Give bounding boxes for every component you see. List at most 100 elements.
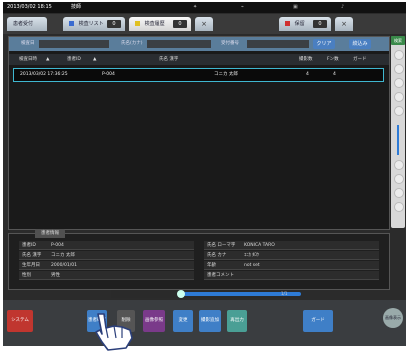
tab-label: 保留 <box>294 21 305 27</box>
sort-icon[interactable]: ▲ <box>93 54 96 65</box>
tab-label: 検査履歴 <box>144 21 165 27</box>
accept-no-label: 受付番号 <box>221 41 239 46</box>
table-row[interactable]: 2013/03/02 17:36:25 P-004 コニカ 太郎 4 4 <box>13 68 384 82</box>
info-value: 男性 <box>51 273 60 278</box>
aux-button[interactable]: 検索 <box>391 36 405 45</box>
scroll-step-icon[interactable] <box>394 78 404 88</box>
clear-button[interactable]: クリア <box>313 39 335 49</box>
patient-info-tab[interactable]: 患者情報 <box>35 229 65 238</box>
col-datetime[interactable]: 検査日時 <box>19 54 37 65</box>
image-view-button[interactable]: 画像表示 <box>383 308 403 328</box>
info-key: 氏名 カナ <box>207 253 227 258</box>
info-value: P-004 <box>51 243 64 248</box>
user-name: 技師 <box>71 4 82 10</box>
patient-info-panel: 患者情報 患者ID P-004 氏名 漢字 コニカ 太郎 生年月日 2000/0… <box>8 229 390 290</box>
guard-button[interactable]: ガード <box>303 310 333 332</box>
tab-hold[interactable]: 保留 0 <box>279 17 331 31</box>
info-row: 氏名 漢字 コニカ 太郎 <box>19 251 194 260</box>
info-key: 生年月日 <box>22 263 40 268</box>
info-key: 氏名 漢字 <box>22 253 42 258</box>
name-label: 氏名(カナ) <box>121 41 143 46</box>
tab-label: 患者受付 <box>13 21 34 27</box>
info-value: コニカ 太郎 <box>51 253 75 258</box>
image-ref-button[interactable]: 画像参照 <box>143 310 165 332</box>
info-key: 性別 <box>22 273 31 278</box>
row-count1: 4 <box>306 72 309 77</box>
filter-button[interactable]: 絞込み <box>349 39 371 49</box>
page-slider[interactable]: 1/1 <box>111 290 301 298</box>
exam-history-panel: 検査日 氏名(カナ) 受付番号 クリア 絞込み 検査日時 ▲ 患者ID ▲ 氏名… <box>8 36 390 230</box>
scroll-bottom-icon[interactable] <box>394 202 404 212</box>
list-icon <box>69 21 74 26</box>
col-count1[interactable]: 撮影数 <box>299 54 313 65</box>
tab-count: 0 <box>173 20 187 28</box>
scrollbar-thumb[interactable] <box>397 125 399 155</box>
scroll-up-icon[interactable] <box>394 64 404 74</box>
close-tab-icon[interactable]: × <box>195 17 213 31</box>
status-icon: ✦ <box>193 4 198 10</box>
patient-info-grid: 患者ID P-004 氏名 漢字 コニカ 太郎 生年月日 2000/01/01 … <box>19 241 379 285</box>
tab-exam-history[interactable]: 検査履歴 0 <box>129 17 191 31</box>
info-row: 性別 男性 <box>19 271 194 280</box>
printer-icon: ▣ <box>293 4 298 10</box>
info-row: 年齢 not set <box>204 261 379 270</box>
info-key: 患者ID <box>22 243 36 248</box>
exam-date-input[interactable] <box>39 40 109 48</box>
info-row: 生年月日 2000/01/01 <box>19 261 194 270</box>
info-value: ｺﾆｶ ﾀﾛｳ <box>244 253 259 258</box>
tab-exam-list[interactable]: 検査リスト 0 <box>63 17 125 31</box>
info-value: 2000/01/01 <box>51 263 77 268</box>
scroll-step-icon[interactable] <box>394 174 404 184</box>
row-name: コニカ 太郎 <box>214 72 238 77</box>
tab-count: 0 <box>313 20 327 28</box>
row-count2: 4 <box>333 72 336 77</box>
tab-label: 検査リスト <box>78 21 104 27</box>
scroll-step-icon[interactable] <box>394 92 404 102</box>
info-row: 氏名 ローマ字 KONICA TARO <box>204 241 379 250</box>
page-indicator: 1/1 <box>281 291 288 296</box>
app-window: 2013/03/02 18:15 技師 ✦ ⌁ ▣ ♪ 患者受付 検査リスト 0… <box>3 2 406 346</box>
change-button[interactable]: 変更 <box>173 310 193 332</box>
scroll-top-icon[interactable] <box>394 50 404 60</box>
scroll-panel: 検索 <box>391 36 405 228</box>
info-key: 氏名 ローマ字 <box>207 243 236 248</box>
hold-icon <box>285 21 290 26</box>
col-guard[interactable]: ガード <box>353 54 367 65</box>
accept-no-input[interactable] <box>247 40 309 48</box>
system-button[interactable]: システム <box>7 310 33 332</box>
sound-icon: ♪ <box>341 4 345 10</box>
search-bar: 検査日 氏名(カナ) 受付番号 クリア 絞込み <box>9 37 389 51</box>
status-bar: 2013/03/02 18:15 技師 ✦ ⌁ ▣ ♪ <box>3 2 406 13</box>
reoutput-button[interactable]: 再出力 <box>227 310 247 332</box>
pointing-hand-icon <box>95 313 133 351</box>
tab-count: 0 <box>107 20 121 28</box>
info-row: 氏名 カナ ｺﾆｶ ﾀﾛｳ <box>204 251 379 260</box>
scroll-step-icon[interactable] <box>394 160 404 170</box>
row-patient-id: P-004 <box>102 72 115 77</box>
tab-patient-reception[interactable]: 患者受付 <box>7 17 47 31</box>
name-input[interactable] <box>147 40 211 48</box>
close-tab-icon[interactable]: × <box>335 17 353 31</box>
scroll-step-icon[interactable] <box>394 106 404 116</box>
network-icon: ⌁ <box>241 4 245 10</box>
scroll-down-icon[interactable] <box>394 188 404 198</box>
col-patient-id[interactable]: 患者ID <box>67 54 81 65</box>
info-value: not set <box>244 263 260 268</box>
info-row: 患者ID P-004 <box>19 241 194 250</box>
sort-icon[interactable]: ▲ <box>46 54 49 65</box>
col-count2[interactable]: Fン数 <box>327 54 339 65</box>
history-icon <box>135 21 140 26</box>
col-name[interactable]: 氏名 漢字 <box>159 54 178 65</box>
info-key: 患者コメント <box>207 273 234 278</box>
info-value: KONICA TARO <box>244 243 275 248</box>
info-row: 患者コメント <box>204 271 379 280</box>
bottom-toolbar: システム 患者確認 削除 画像参照 変更 撮影追加 再出力 ガード 画像表示 <box>3 300 406 346</box>
info-key: 年齢 <box>207 263 216 268</box>
table-header: 検査日時 ▲ 患者ID ▲ 氏名 漢字 撮影数 Fン数 ガード <box>9 54 389 65</box>
tab-bar: 患者受付 検査リスト 0 検査履歴 0 × 保留 0 × <box>3 14 406 34</box>
datetime: 2013/03/02 18:15 <box>7 4 52 10</box>
slider-knob[interactable] <box>177 290 185 298</box>
add-exposure-button[interactable]: 撮影追加 <box>199 310 221 332</box>
exam-date-label: 検査日 <box>21 41 35 46</box>
row-datetime: 2013/03/02 17:36:25 <box>20 72 68 77</box>
